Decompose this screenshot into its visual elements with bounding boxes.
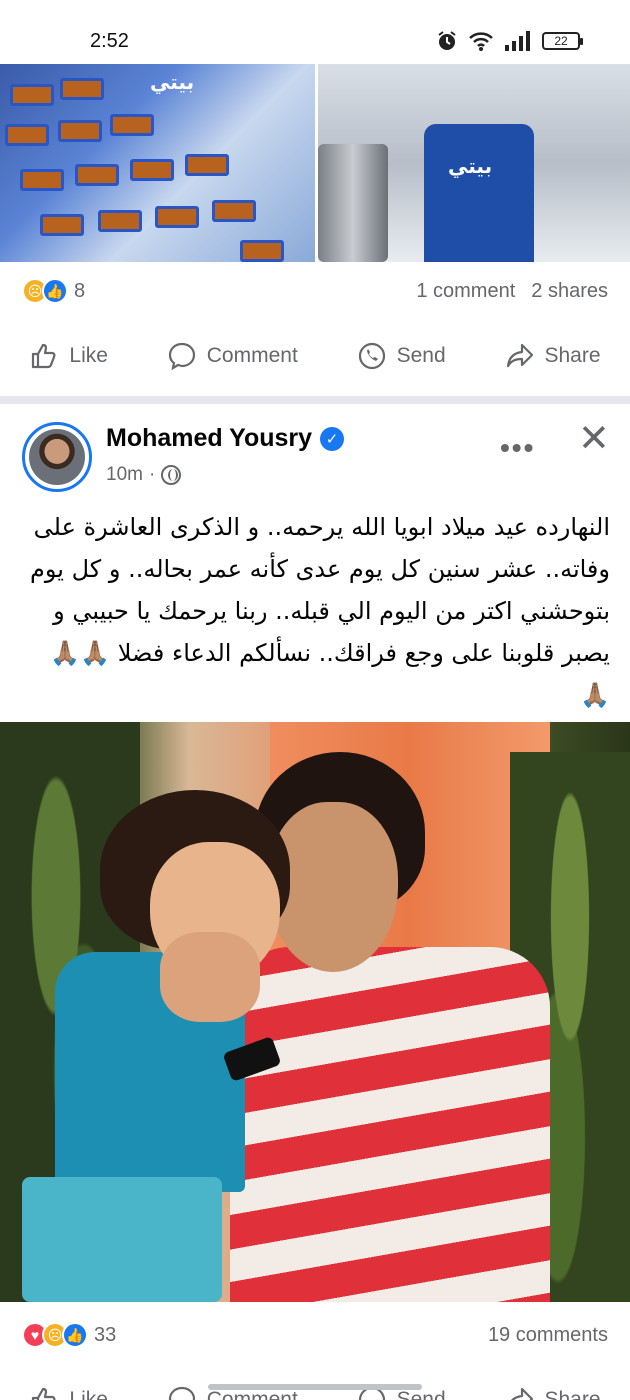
status-bar: 2:52 22 bbox=[0, 0, 630, 62]
like-label: Like bbox=[69, 1388, 108, 1400]
send-button[interactable]: Send bbox=[357, 341, 446, 371]
reaction-count: 8 bbox=[74, 279, 86, 302]
comment-button[interactable]: Comment bbox=[167, 341, 298, 371]
comments-count[interactable]: 19 comments bbox=[488, 1324, 608, 1347]
battery-icon: 22 bbox=[542, 32, 583, 50]
home-indicator[interactable] bbox=[208, 1384, 422, 1390]
share-button[interactable]: Share bbox=[505, 1385, 601, 1400]
author-name[interactable]: Mohamed Yousry ✓ bbox=[106, 424, 345, 453]
signal-icon bbox=[505, 31, 530, 51]
reaction-count: 33 bbox=[94, 1323, 117, 1346]
like-reaction-icon: 👍 bbox=[42, 278, 68, 304]
share-button[interactable]: Share bbox=[505, 341, 601, 371]
avatar[interactable] bbox=[22, 422, 92, 492]
comments-count[interactable]: 1 comment bbox=[416, 280, 515, 303]
brand-logo-apron: بيتي bbox=[448, 154, 493, 178]
close-icon[interactable]: ✕ bbox=[578, 416, 610, 461]
comment-bubble-icon bbox=[168, 342, 195, 371]
kitchen-image[interactable]: بيتي bbox=[318, 64, 630, 262]
alarm-icon bbox=[438, 31, 456, 50]
status-time: 2:52 bbox=[90, 30, 129, 52]
like-button[interactable]: Like bbox=[29, 1385, 108, 1400]
like-label: Like bbox=[69, 344, 108, 367]
status-icons: 22 bbox=[436, 30, 583, 52]
more-options-icon[interactable]: ••• bbox=[500, 432, 535, 464]
shares-count[interactable]: 2 shares bbox=[531, 280, 608, 303]
wifi-icon bbox=[469, 32, 493, 51]
comment-label: Comment bbox=[206, 344, 298, 367]
share-label: Share bbox=[544, 344, 601, 367]
like-button[interactable]: Like bbox=[29, 341, 108, 371]
reaction-summary[interactable]: ☹ 👍 8 bbox=[22, 278, 85, 304]
post-meta: 10m · bbox=[106, 464, 182, 486]
post-body-text: النهارده عيد ميلاد ابويا الله يرحمه.. و … bbox=[30, 513, 610, 709]
globe-icon bbox=[161, 465, 182, 485]
verified-badge-icon: ✓ bbox=[320, 426, 345, 451]
food-trays-image[interactable]: بيتي bbox=[0, 64, 315, 262]
share-arrow-icon bbox=[510, 1387, 533, 1400]
thumbs-up-icon bbox=[32, 343, 56, 369]
reaction-summary[interactable]: ♥ ☹ 👍 33 bbox=[22, 1322, 116, 1348]
post-stats: ♥ ☹ 👍 33 19 comments bbox=[0, 1312, 630, 1358]
post-divider bbox=[0, 396, 630, 404]
share-label: Share bbox=[544, 1388, 601, 1400]
previous-post-stats: ☹ 👍 8 1 comment 2 shares bbox=[0, 268, 630, 314]
meta-separator: · bbox=[148, 464, 156, 485]
post-time[interactable]: 10m bbox=[106, 464, 143, 486]
whatsapp-icon bbox=[358, 342, 385, 370]
previous-post-actions: Like Comment Send Share bbox=[0, 326, 630, 386]
share-arrow-icon bbox=[506, 343, 533, 368]
brand-logo: بيتي bbox=[150, 70, 195, 94]
previous-post-images[interactable]: بيتي بيتي bbox=[0, 64, 630, 262]
comment-bubble-icon bbox=[168, 1386, 195, 1400]
author-name-text[interactable]: Mohamed Yousry bbox=[106, 424, 312, 453]
send-label: Send bbox=[396, 344, 446, 367]
thumbs-up-icon bbox=[32, 1387, 56, 1400]
like-reaction-icon: 👍 bbox=[62, 1322, 88, 1348]
post-photo[interactable] bbox=[0, 722, 630, 1302]
